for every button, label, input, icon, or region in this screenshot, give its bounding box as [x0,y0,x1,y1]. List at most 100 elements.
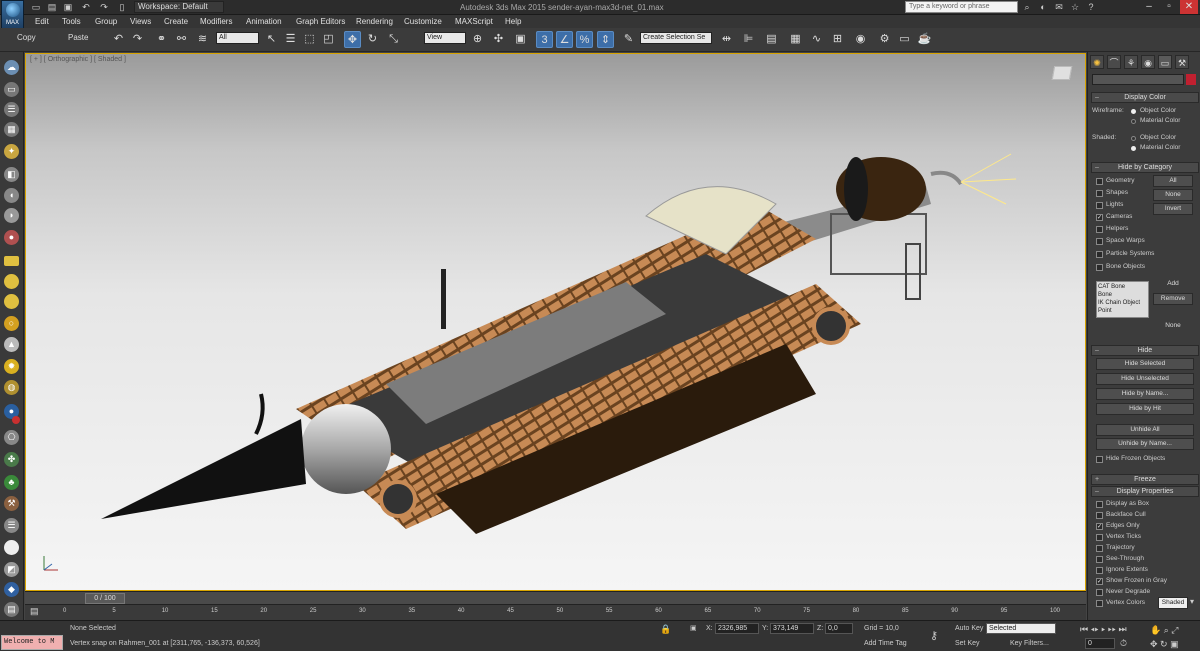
ignore-extents-checkbox[interactable] [1096,567,1103,574]
hide-frozen-checkbox[interactable] [1096,456,1103,463]
helpers-checkbox[interactable] [1096,226,1103,233]
unhide-by-name-button[interactable]: Unhide by Name... [1096,438,1194,450]
bone-icon[interactable]: ⚒ [4,496,19,511]
display-as-box-checkbox[interactable] [1096,501,1103,508]
all-button[interactable]: All [1153,175,1193,187]
time-slider-thumb[interactable]: 0 / 100 [85,593,125,604]
menu-tools[interactable]: Tools [62,15,81,28]
menu-help[interactable]: Help [505,15,521,28]
select-and-link-icon[interactable]: ⚭ [153,31,170,48]
select-manipulate-icon[interactable]: ✣ [490,31,507,48]
keyboard-shortcut-override-icon[interactable]: ▣ [512,31,529,48]
hide-rollout[interactable]: – Hide [1091,345,1199,356]
select-and-move-icon[interactable]: ✥ [344,31,361,48]
minimize-icon[interactable]: – [1140,0,1158,14]
favorites-icon[interactable]: ☆ [1068,1,1082,14]
auto-key-button[interactable]: Auto Key [955,625,983,632]
trajectory-checkbox[interactable] [1096,545,1103,552]
communication-icon[interactable]: ✉ [1052,1,1066,14]
selection-filter-dropdown[interactable]: All [216,32,259,44]
reference-coordinate-dropdown[interactable]: View [424,32,466,44]
menu-graph-editors[interactable]: Graph Editors [296,15,345,28]
rendered-frame-window-icon[interactable]: ▭ [896,31,913,48]
list-item[interactable]: IK Chain Object [1098,299,1147,307]
list-icon[interactable]: ☰ [4,102,19,117]
camera-icon[interactable]: ◧ [4,167,19,182]
material-editor-icon[interactable]: ◉ [852,31,869,48]
none-list-button[interactable]: None [1153,321,1193,333]
viewport[interactable]: [ + ] [ Orthographic ] [ Shaded ] [25,53,1086,591]
paste-button[interactable]: Paste [68,33,88,42]
geometry-checkbox[interactable] [1096,178,1103,185]
color-picker-icon[interactable]: ▾ [1190,597,1194,606]
menu-maxscript[interactable]: MAXScript [455,15,493,28]
open-file-icon[interactable]: ▤ [46,1,58,13]
select-and-scale-icon[interactable]: ⤡ [385,31,402,48]
track-bar[interactable]: 0 5 10 15 20 25 30 35 40 45 50 55 60 65 70 75 80 85 90 95 10… [25,604,1086,620]
select-and-rotate-icon[interactable]: ↻ [364,31,381,48]
mirror-icon[interactable]: ⇹ [718,31,735,48]
z-coordinate-field[interactable]: 0,0 [825,623,853,634]
wireframe-object-color-radio[interactable] [1131,109,1136,114]
render-setup-icon[interactable]: ⚙ [876,31,893,48]
maxscript-listener[interactable]: Welcome to M [1,635,63,650]
lights-checkbox[interactable] [1096,202,1103,209]
script-icon[interactable]: ◗ [4,208,19,223]
cameras-checkbox[interactable]: ✓ [1096,214,1103,221]
bind-space-warp-icon[interactable]: ≋ [194,31,211,48]
light-bulb-icon[interactable]: ✦ [4,144,19,159]
time-config-icon[interactable]: ⏱ [1120,638,1127,649]
freeze-rollout[interactable]: + Freeze [1091,474,1199,485]
edit-named-selection-icon[interactable]: ✎ [620,31,637,48]
copy-button[interactable]: Copy [17,33,36,42]
shaded-object-color-radio[interactable] [1131,136,1136,141]
schematic-view-icon[interactable]: ⊞ [829,31,846,48]
new-file-icon[interactable]: ▭ [30,1,42,13]
cone-icon[interactable]: ▲ [4,337,19,352]
spinner-snap-icon[interactable]: ⇕ [597,31,614,48]
add-button[interactable]: Add [1153,279,1193,291]
hide-selected-button[interactable]: Hide Selected [1096,358,1194,370]
undo-icon[interactable]: ↶ [110,31,127,48]
box-icon[interactable] [4,256,19,266]
never-degrade-checkbox[interactable] [1096,589,1103,596]
systems-icon[interactable]: ♣ [4,475,19,490]
search-icon[interactable]: ⌕ [1020,1,1034,14]
utilities-tab-icon[interactable]: ⚒ [1175,55,1189,69]
absolute-mode-icon[interactable]: ▣ [690,624,697,632]
space-warps-checkbox[interactable] [1096,238,1103,245]
curve-editor-icon[interactable]: ∿ [808,31,825,48]
see-through-checkbox[interactable] [1096,556,1103,563]
redo-icon[interactable]: ↷ [129,31,146,48]
biped-icon[interactable]: ☰ [4,518,19,533]
hide-by-category-rollout[interactable]: – Hide by Category [1091,162,1199,173]
lock-icon[interactable]: 🔒 [660,624,671,635]
invert-button[interactable]: Invert [1153,203,1193,215]
redo-icon[interactable]: ↷ [98,1,110,13]
close-icon[interactable]: ✕ [1180,0,1198,14]
viewport-orbit-icons[interactable]: ✥ ↻ ▣ [1150,639,1179,650]
menu-rendering[interactable]: Rendering [356,15,393,28]
maximize-icon[interactable]: ▫ [1160,0,1178,14]
dolly-icon[interactable]: ◖ [4,188,19,203]
application-button[interactable]: MAX [1,0,24,30]
rectangular-selection-icon[interactable]: ⬚ [301,31,318,48]
sun-icon[interactable]: ✹ [4,359,19,374]
add-time-tag[interactable]: Add Time Tag [864,640,907,647]
playback-controls[interactable]: ⏮ ◂▸ ▸ ▸▸ ⏭ [1080,624,1127,635]
select-object-icon[interactable]: ↖ [263,31,280,48]
cloud-icon[interactable]: ☁ [4,60,19,75]
undo-icon[interactable]: ↶ [80,1,92,13]
containers-icon[interactable]: ▭ [4,82,19,97]
shaded-material-color-radio[interactable] [1131,146,1136,151]
list-item[interactable]: CAT Bone [1098,283,1147,291]
render-production-icon[interactable]: ☕ [916,31,933,48]
hide-unselected-button[interactable]: Hide Unselected [1096,373,1194,385]
viewport-nav-icons[interactable]: ✋ ⌕ ⤢ [1150,625,1178,636]
geosphere-icon[interactable]: ◍ [4,380,19,395]
x-coordinate-field[interactable]: 2326,985 [715,623,759,634]
snaps-toggle-icon[interactable]: 3 [536,31,553,48]
grid-icon[interactable]: ▦ [4,122,19,137]
menu-animation[interactable]: Animation [246,15,282,28]
key-mode-dropdown[interactable]: Selected [986,623,1056,634]
